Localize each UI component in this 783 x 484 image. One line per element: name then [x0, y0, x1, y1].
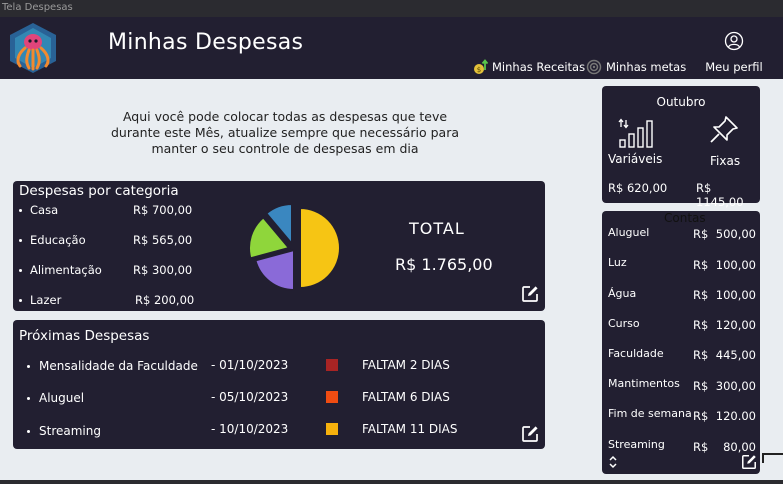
conta-currency: R$	[693, 409, 709, 423]
conta-value: 80,00	[723, 440, 756, 454]
due-date: - 10/10/2023	[211, 422, 289, 436]
conta-name: Luz	[608, 256, 627, 269]
total-value: R$ 1.765,00	[395, 255, 493, 274]
page-title: Minhas Despesas	[108, 30, 304, 55]
conta-currency: R$	[693, 379, 709, 393]
total-label: TOTAL	[409, 219, 465, 238]
nav-meu-perfil[interactable]: Meu perfil	[700, 31, 768, 74]
money-bag-icon: $	[474, 59, 488, 74]
fixas-value: R$ 1145,00	[696, 181, 744, 209]
category-item: Casa	[19, 203, 58, 217]
conta-value: 500,00	[715, 227, 756, 241]
conta-currency: R$	[693, 348, 709, 362]
days-remaining: FALTAM 11 DIAS	[362, 422, 458, 436]
urgency-swatch	[326, 359, 338, 371]
conta-name: Streaming	[608, 438, 665, 451]
contas-card: Contas Aluguel R$ 500,00 Luz R$ 100,00 Á…	[602, 211, 760, 474]
intro-text: Aqui você pode colocar todas as despesas…	[110, 109, 459, 156]
conta-value: 100,00	[715, 288, 756, 302]
nav-metas-label: Minhas metas	[606, 60, 687, 74]
variaveis-value: R$ 620,00	[608, 181, 668, 195]
user-icon	[724, 31, 744, 51]
conta-value: 445,00	[715, 348, 756, 362]
categorias-card: Despesas por categoria Casa R$ 700,00 Ed…	[13, 181, 545, 311]
conta-currency: R$	[693, 440, 709, 454]
category-value: R$ 700,00	[133, 203, 193, 217]
category-item: Alimentação	[19, 263, 102, 277]
conta-currency: R$	[693, 318, 709, 332]
nav-receitas-label: Minhas Receitas	[492, 60, 586, 74]
proximas-title: Próximas Despesas	[19, 328, 150, 344]
scroll-chevrons-icon[interactable]	[608, 454, 618, 470]
list-item: Mensalidade da Faculdade	[27, 359, 198, 373]
days-remaining: FALTAM 6 DIAS	[362, 390, 450, 404]
days-remaining: FALTAM 2 DIAS	[362, 358, 450, 372]
category-item: Educação	[19, 233, 86, 247]
bar-chart-icon	[618, 118, 653, 148]
target-icon	[586, 59, 602, 75]
conta-name: Aluguel	[608, 226, 650, 239]
fixas-label: Fixas	[710, 154, 741, 168]
list-item: Streaming	[27, 424, 101, 438]
category-value: R$ 300,00	[133, 263, 193, 277]
nav-minhas-receitas[interactable]: $ Minhas Receitas	[472, 59, 585, 75]
main-content: Aqui você pode colocar todas as despesas…	[0, 79, 783, 480]
category-pie-chart	[249, 203, 339, 292]
connector-line	[762, 453, 764, 463]
categorias-title: Despesas por categoria	[19, 183, 179, 199]
nav-perfil-label: Meu perfil	[705, 60, 763, 74]
conta-name: Mantimentos	[608, 377, 680, 390]
window-title: Tela Despesas	[2, 2, 73, 13]
nav-minhas-metas[interactable]: Minhas metas	[586, 59, 686, 75]
conta-value: 300,00	[715, 379, 756, 393]
app-header: Minhas Despesas $ Minhas Receitas Minhas…	[0, 17, 783, 79]
category-item: Lazer	[19, 293, 61, 307]
edit-icon[interactable]	[521, 425, 539, 443]
due-date: - 05/10/2023	[211, 390, 289, 404]
urgency-swatch	[326, 423, 338, 435]
conta-currency: R$	[693, 227, 709, 241]
conta-name: Fim de semana	[608, 407, 692, 420]
list-item: Aluguel	[27, 391, 84, 405]
conta-name: Faculdade	[608, 347, 664, 360]
conta-name: Curso	[608, 317, 640, 330]
conta-currency: R$	[693, 258, 709, 272]
conta-value: 100,00	[715, 258, 756, 272]
octopus-logo-icon	[10, 23, 56, 73]
pie-slice	[299, 206, 339, 290]
conta-value: 120.00	[715, 409, 756, 423]
pin-icon	[710, 116, 738, 143]
category-value: R$ 200,00	[135, 293, 195, 307]
due-date: - 01/10/2023	[211, 358, 289, 372]
month-summary-card: Outubro Variáveis Fixas R$ 620,00 R$ 114…	[602, 86, 760, 209]
variaveis-label: Variáveis	[608, 152, 663, 166]
month-title: Outubro	[656, 95, 706, 109]
edit-icon[interactable]	[521, 285, 539, 303]
conta-name: Água	[608, 287, 637, 300]
connector-line	[762, 453, 783, 455]
urgency-swatch	[326, 391, 338, 403]
proximas-card: Próximas Despesas Mensalidade da Faculda…	[13, 320, 545, 449]
edit-icon[interactable]	[741, 454, 757, 470]
conta-value: 120,00	[715, 318, 756, 332]
contas-title: Contas	[664, 211, 706, 225]
conta-currency: R$	[693, 288, 709, 302]
svg-text:$: $	[477, 66, 481, 74]
category-value: R$ 565,00	[133, 233, 193, 247]
